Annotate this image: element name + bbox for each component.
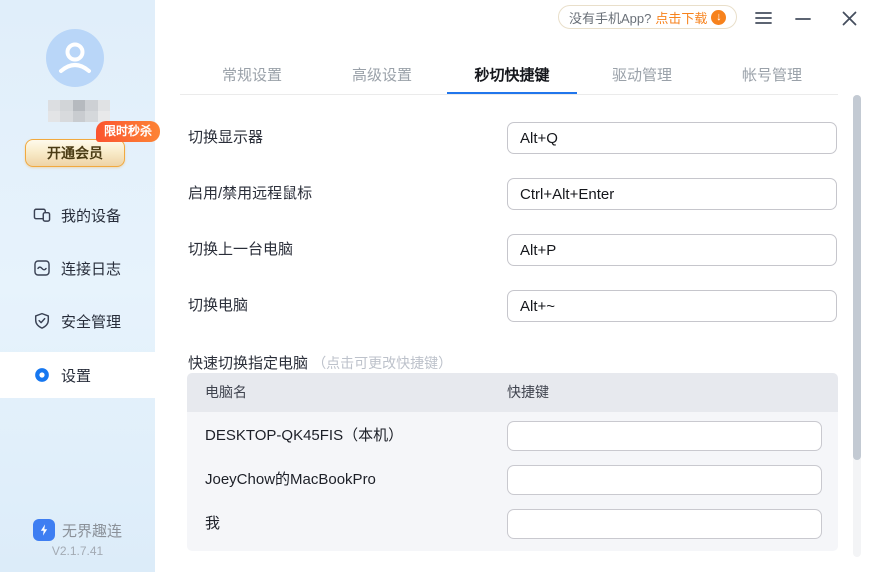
sidebar-item-label: 设置 — [61, 367, 92, 385]
minimize-button[interactable] — [792, 7, 814, 29]
computer-hotkey-input[interactable] — [507, 421, 822, 451]
hotkey-input-previous-computer[interactable] — [507, 234, 837, 266]
section-title-text: 快速切换指定电脑 — [188, 355, 309, 372]
hamburger-icon — [754, 12, 772, 24]
tab-general-settings[interactable]: 常规设置 — [187, 60, 317, 95]
hotkey-input-switch-computer[interactable] — [507, 290, 837, 322]
tabbar-divider — [180, 94, 838, 95]
user-avatar-icon — [46, 29, 104, 87]
hotkey-input-switch-monitor[interactable] — [507, 122, 837, 154]
tab-driver-management[interactable]: 驱动管理 — [577, 60, 707, 95]
hotkey-input-remote-mouse[interactable] — [507, 178, 837, 210]
download-icon: ↓ — [711, 9, 727, 25]
tab-advanced-settings[interactable]: 高级设置 — [317, 60, 447, 95]
table-row: DESKTOP-QK45FIS（本机） — [187, 414, 838, 458]
scrollbar-thumb[interactable] — [853, 95, 861, 460]
censored-username — [48, 100, 110, 122]
open-vip-button[interactable]: 开通会员 — [25, 139, 125, 167]
avatar[interactable] — [46, 29, 104, 87]
section-hint-text: （点击可更改快捷键） — [312, 355, 453, 371]
column-header-computer-name: 电脑名 — [205, 384, 247, 400]
computer-name: JoeyChow的MacBookPro — [205, 471, 376, 488]
tab-account-management[interactable]: 帐号管理 — [707, 60, 837, 95]
hotkey-row-switch-monitor: 切换显示器 — [188, 122, 838, 154]
settings-tabbar: 常规设置 高级设置 秒切快捷键 驱动管理 帐号管理 — [187, 60, 837, 95]
computer-name: 我 — [205, 515, 221, 532]
close-icon — [842, 11, 856, 25]
download-action-text: 点击下载 — [655, 10, 708, 26]
sidebar-item-label: 连接日志 — [61, 260, 122, 278]
sidebar-item-label: 我的设备 — [61, 207, 122, 225]
tab-quick-switch-hotkeys[interactable]: 秒切快捷键 — [447, 60, 577, 95]
computer-hotkey-input[interactable] — [507, 509, 822, 539]
hotkey-label: 切换显示器 — [188, 129, 264, 146]
hotkey-label: 切换电脑 — [188, 297, 249, 314]
quick-switch-table: 电脑名 快捷键 DESKTOP-QK45FIS（本机） JoeyChow的Mac… — [187, 373, 838, 551]
lightning-logo-icon — [32, 519, 55, 541]
table-header: 电脑名 快捷键 — [187, 373, 838, 412]
sidebar: 限时秒杀 开通会员 我的设备 连接日志 安全管理 设置 无界趣连 V2.1.7.… — [0, 0, 161, 572]
minimize-icon — [795, 18, 811, 20]
mobile-app-download-button[interactable]: 没有手机App? 点击下载 ↓ — [558, 5, 738, 29]
table-body: DESKTOP-QK45FIS（本机） JoeyChow的MacBookPro … — [187, 412, 838, 551]
brand: 无界趣连 — [0, 519, 155, 541]
app-window: 限时秒杀 开通会员 我的设备 连接日志 安全管理 设置 无界趣连 V2.1.7.… — [0, 0, 870, 572]
sidebar-item-my-devices[interactable]: 我的设备 — [0, 192, 155, 238]
hotkey-row-remote-mouse: 启用/禁用远程鼠标 — [188, 178, 838, 210]
flash-sale-badge: 限时秒杀 — [96, 121, 161, 142]
shield-icon — [33, 312, 51, 330]
computer-hotkey-input[interactable] — [507, 465, 822, 495]
hotkey-row-switch-computer: 切换电脑 — [188, 290, 838, 322]
close-button[interactable] — [838, 7, 860, 29]
devices-icon — [33, 206, 51, 224]
sidebar-item-security[interactable]: 安全管理 — [0, 298, 155, 344]
table-row: 我 — [187, 502, 838, 546]
settings-icon — [33, 366, 51, 384]
app-version: V2.1.7.41 — [51, 544, 104, 558]
hotkey-label: 启用/禁用远程鼠标 — [188, 185, 313, 202]
quick-switch-section-title: 快速切换指定电脑 （点击可更改快捷键） — [188, 352, 452, 373]
log-icon — [33, 259, 51, 277]
sidebar-item-settings[interactable]: 设置 — [0, 352, 155, 398]
menu-button[interactable] — [752, 7, 774, 29]
sidebar-item-connection-log[interactable]: 连接日志 — [0, 245, 155, 291]
computer-name: DESKTOP-QK45FIS（本机） — [205, 427, 404, 444]
column-header-hotkey: 快捷键 — [507, 384, 549, 400]
brand-name: 无界趣连 — [61, 522, 122, 540]
table-row: JoeyChow的MacBookPro — [187, 458, 838, 502]
hotkey-label: 切换上一台电脑 — [188, 241, 294, 258]
sidebar-item-label: 安全管理 — [61, 313, 122, 331]
download-prompt-text: 没有手机App? — [569, 10, 652, 26]
hotkey-row-previous-computer: 切换上一台电脑 — [188, 234, 838, 266]
